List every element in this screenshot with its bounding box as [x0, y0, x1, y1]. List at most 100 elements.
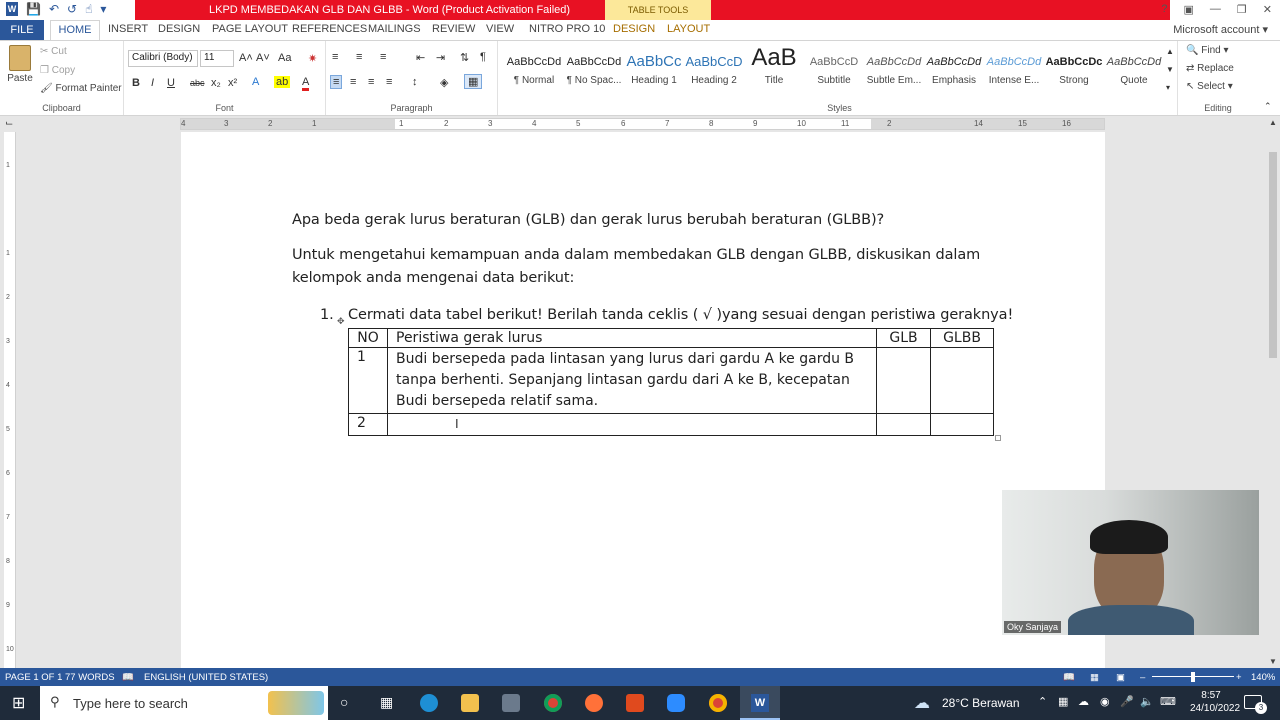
zoom-out-icon[interactable]: –	[1140, 672, 1145, 683]
row-1-no[interactable]: 1	[348, 347, 388, 414]
zoom-slider-thumb[interactable]	[1191, 672, 1195, 682]
undo-icon[interactable]: ↶	[49, 2, 59, 16]
underline-button[interactable]: U	[167, 77, 175, 89]
cut-button[interactable]: ✂ Cut	[40, 46, 67, 57]
account-menu[interactable]: Microsoft account ▾	[1173, 23, 1268, 36]
style-item[interactable]: AaBbCc Heading 1	[624, 43, 684, 93]
style-item[interactable]: AaB Title	[744, 43, 804, 93]
bullets-icon[interactable]: ≡	[332, 51, 338, 63]
vertical-scrollbar[interactable]: ▲ ▼	[1266, 116, 1280, 668]
format-painter-button[interactable]: 🖌 Format Painter	[40, 83, 122, 94]
horizontal-ruler[interactable]: 4 3 2 1 1 2 3 4 5 6 7 8 9 10 11 2 14 15 16	[180, 118, 1105, 130]
firefox-icon[interactable]	[585, 694, 603, 712]
style-item[interactable]: AaBbCcDd ¶ Normal	[504, 43, 564, 93]
paste-button[interactable]: Paste	[6, 45, 34, 84]
tab-mailings[interactable]: MAILINGS	[368, 23, 421, 35]
numbering-icon[interactable]: ≡	[356, 51, 362, 63]
word-taskbar-button[interactable]: W	[740, 686, 780, 720]
tab-file[interactable]: FILE	[0, 20, 44, 40]
bold-button[interactable]: B	[132, 77, 140, 89]
scroll-up-icon[interactable]: ▲	[1269, 118, 1277, 127]
touch-mode-icon[interactable]: ☝	[85, 2, 92, 16]
row-1-glbb-cell[interactable]	[930, 347, 994, 414]
question-1[interactable]: Apa beda gerak lurus beraturan (GLB) dan…	[292, 212, 884, 228]
italic-button[interactable]: I	[151, 77, 154, 89]
replace-button[interactable]: ⇄ Replace	[1186, 63, 1234, 74]
shading-icon[interactable]: ◈	[440, 76, 448, 89]
scroll-down-icon[interactable]: ▼	[1269, 657, 1277, 666]
styles-scroll-up-icon[interactable]: ▲	[1166, 47, 1174, 56]
row-2-glb-cell[interactable]	[876, 413, 931, 436]
zoom-app-icon[interactable]	[667, 694, 685, 712]
clear-formatting-icon[interactable]: ✷	[308, 52, 317, 65]
microphone-icon[interactable]: 🎤	[1120, 695, 1134, 708]
instruction-line-2[interactable]: kelompok anda mengenai data berikut:	[292, 270, 574, 286]
strikethrough-button[interactable]: abc	[190, 78, 205, 88]
clock[interactable]: 8:57 24/10/2022	[1190, 689, 1240, 715]
align-right-icon[interactable]: ≡	[368, 76, 374, 88]
style-item[interactable]: AaBbCcDd Quote	[1104, 43, 1164, 93]
language[interactable]: ENGLISH (UNITED STATES)	[144, 672, 268, 683]
header-glbb[interactable]: GLBB	[930, 328, 994, 348]
style-item[interactable]: AaBbCcDc Strong	[1044, 43, 1104, 93]
tray-app-icon[interactable]: ▦	[1058, 695, 1068, 708]
minimize-icon[interactable]: —	[1210, 3, 1221, 16]
show-hidden-icons-icon[interactable]: ⌃	[1038, 695, 1047, 708]
line-spacing-icon[interactable]: ↕	[412, 76, 418, 88]
page-count[interactable]: PAGE 1 OF 1	[5, 672, 62, 683]
font-color-button[interactable]: A	[302, 76, 310, 91]
network-icon[interactable]: ◉	[1100, 695, 1110, 708]
style-item[interactable]: AaBbCcD Heading 2	[684, 43, 744, 93]
file-explorer-icon[interactable]	[461, 694, 479, 712]
tab-design[interactable]: DESIGN	[158, 23, 200, 35]
notification-icon[interactable]: 3	[1244, 695, 1267, 714]
zoom-level[interactable]: 140%	[1251, 672, 1275, 683]
highlight-icon[interactable]: ab	[274, 76, 291, 88]
select-button[interactable]: ↖ Select ▾	[1186, 81, 1233, 92]
tab-page-layout[interactable]: PAGE LAYOUT	[212, 23, 288, 35]
style-item[interactable]: AaBbCcDd Subtle Em...	[864, 43, 924, 93]
header-glb[interactable]: GLB	[876, 328, 931, 348]
show-formatting-icon[interactable]: ¶	[480, 51, 486, 63]
weather-text[interactable]: 28°C Berawan	[942, 696, 1020, 710]
styles-more-icon[interactable]: ▾	[1166, 83, 1170, 92]
tab-view[interactable]: VIEW	[486, 23, 514, 35]
save-icon[interactable]: 💾	[26, 2, 41, 16]
keyboard-icon[interactable]: ⌨	[1160, 695, 1176, 708]
cortana-icon[interactable]: ○	[340, 694, 348, 710]
text-effects-button[interactable]: A	[252, 76, 259, 88]
sort-icon[interactable]: ⇅	[460, 51, 469, 64]
vertical-ruler[interactable]: 1 1 2 3 4 5 6 7 8 9 10	[4, 132, 16, 668]
onedrive-icon[interactable]: ☁	[1078, 695, 1089, 708]
tab-selector-icon[interactable]: ⌙	[5, 118, 13, 129]
restore-icon[interactable]: ❐	[1237, 3, 1247, 16]
row-1-text[interactable]: Budi bersepeda pada lintasan yang lurus …	[387, 347, 877, 414]
weather-icon[interactable]: ☁	[914, 693, 930, 713]
superscript-button[interactable]: x²	[228, 77, 237, 89]
proofing-icon[interactable]: 📖	[122, 672, 134, 683]
row-2-no[interactable]: 2	[348, 413, 388, 436]
font-name-select[interactable]: Calibri (Body)	[128, 50, 198, 67]
style-item[interactable]: AaBbCcDd Emphasis	[924, 43, 984, 93]
word-count[interactable]: 77 WORDS	[65, 672, 115, 683]
tab-home[interactable]: HOME	[50, 20, 100, 41]
multilevel-list-icon[interactable]: ≡	[380, 51, 386, 63]
find-button[interactable]: 🔍 Find ▾	[1186, 45, 1229, 56]
style-item[interactable]: AaBbCcDd ¶ No Spac...	[564, 43, 624, 93]
styles-scroll-down-icon[interactable]: ▼	[1166, 65, 1174, 74]
collapse-ribbon-icon[interactable]: ⌃	[1264, 101, 1272, 112]
copy-button[interactable]: ❐ Copy	[40, 65, 75, 76]
style-item[interactable]: AaBbCcDd Intense E...	[984, 43, 1044, 93]
instruction-line-1[interactable]: Untuk mengetahui kemampuan anda dalam me…	[292, 247, 980, 263]
list-item-text[interactable]: Cermati data tabel berikut! Berilah tand…	[348, 307, 1013, 323]
scrollbar-thumb[interactable]	[1269, 152, 1277, 358]
customize-qat-icon[interactable]: ▾	[100, 2, 106, 16]
volume-icon[interactable]: 🔈	[1140, 695, 1154, 708]
header-no[interactable]: NO	[348, 328, 388, 348]
tab-table-design[interactable]: DESIGN	[613, 23, 655, 35]
row-1-glb-cell[interactable]	[876, 347, 931, 414]
chrome-profile-icon[interactable]	[709, 694, 727, 712]
windows-start-icon[interactable]: ⊞	[12, 693, 25, 713]
style-item[interactable]: AaBbCcD Subtitle	[804, 43, 864, 93]
row-2-glbb-cell[interactable]	[930, 413, 994, 436]
